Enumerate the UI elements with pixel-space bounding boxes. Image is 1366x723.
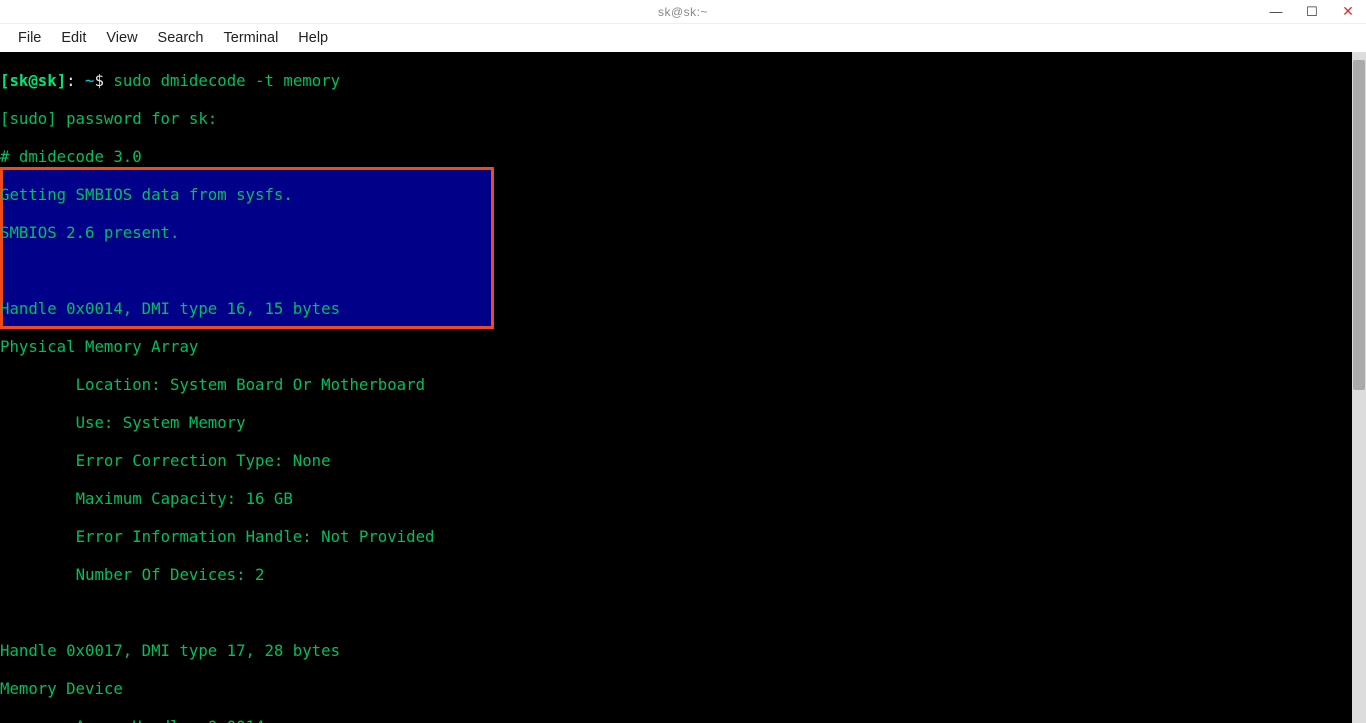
field-line: Maximum Capacity: 16 GB	[0, 489, 1366, 508]
terminal-window: sk@sk:~ — ☐ ✕ File Edit View Search Term…	[0, 0, 1366, 723]
sudo-prompt: [sudo] password for sk:	[0, 109, 1366, 128]
menubar: File Edit View Search Terminal Help	[0, 24, 1366, 52]
output-line: Getting SMBIOS data from sysfs.	[0, 185, 1366, 204]
field-line: Error Correction Type: None	[0, 451, 1366, 470]
handle-line: Handle 0x0017, DMI type 17, 28 bytes	[0, 641, 1366, 660]
maximize-button[interactable]: ☐	[1294, 0, 1330, 23]
menu-view[interactable]: View	[96, 27, 147, 49]
physical-memory-array-block: Handle 0x0014, DMI type 16, 15 bytes Phy…	[0, 299, 1366, 584]
terminal-viewport[interactable]: [sk@sk]: ~$ sudo dmidecode -t memory [su…	[0, 52, 1366, 723]
output-line: # dmidecode 3.0	[0, 147, 1366, 166]
field-line: Number Of Devices: 2	[0, 565, 1366, 584]
field-line: Location: System Board Or Motherboard	[0, 375, 1366, 394]
block-title: Memory Device	[0, 679, 1366, 698]
handle-line: Handle 0x0014, DMI type 16, 15 bytes	[0, 299, 1366, 318]
terminal-content: [sk@sk]: ~$ sudo dmidecode -t memory [su…	[0, 52, 1366, 723]
block-title: Physical Memory Array	[0, 337, 1366, 356]
prompt-line: [sk@sk]: ~$ sudo dmidecode -t memory	[0, 71, 1366, 90]
menu-help[interactable]: Help	[288, 27, 338, 49]
menu-edit[interactable]: Edit	[51, 27, 96, 49]
output-line: SMBIOS 2.6 present.	[0, 223, 1366, 242]
field-line: Error Information Handle: Not Provided	[0, 527, 1366, 546]
menu-terminal[interactable]: Terminal	[214, 27, 289, 49]
window-title: sk@sk:~	[658, 5, 708, 19]
output-line	[0, 603, 1366, 622]
close-button[interactable]: ✕	[1330, 0, 1366, 23]
field-line: Array Handle: 0x0014	[0, 717, 1366, 723]
menu-search[interactable]: Search	[148, 27, 214, 49]
minimize-button[interactable]: —	[1258, 0, 1294, 23]
titlebar[interactable]: sk@sk:~ — ☐ ✕	[0, 0, 1366, 24]
field-line: Use: System Memory	[0, 413, 1366, 432]
window-controls: — ☐ ✕	[1258, 0, 1366, 23]
output-line	[0, 261, 1366, 280]
menu-file[interactable]: File	[8, 27, 51, 49]
